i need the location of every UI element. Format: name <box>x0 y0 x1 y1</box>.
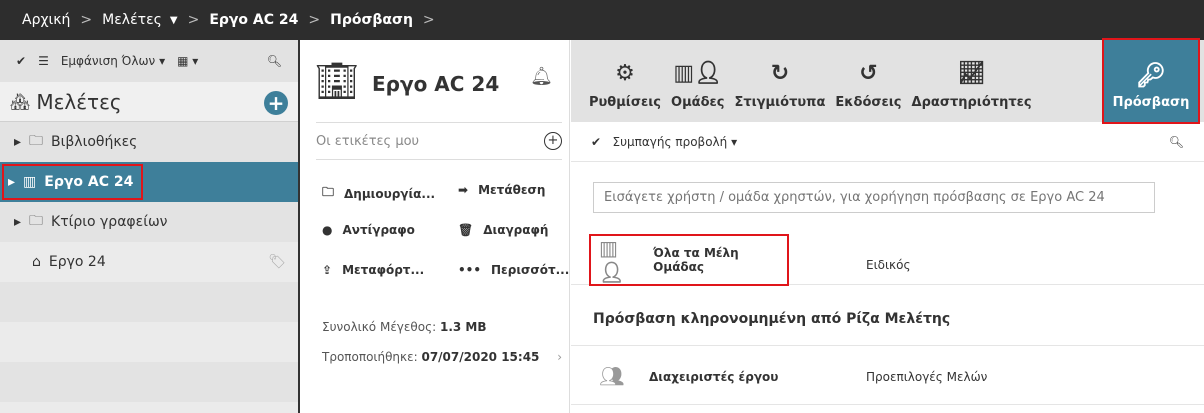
tree-item-label: Εργο AC 24 <box>44 174 134 190</box>
tab-label: Ομάδες <box>671 95 725 110</box>
building-icon: ▥ <box>23 174 37 190</box>
tab-groups[interactable]: ▥👤︎ Ομάδες <box>671 61 724 110</box>
calendar-icon[interactable]: ▦ ▾ <box>177 54 198 68</box>
tree-item-label: Εργο 24 <box>48 254 106 270</box>
tab-label: Εκδόσεις <box>835 95 902 110</box>
more-icon: ••• <box>458 263 482 277</box>
tree-item-project-24[interactable]: ⌂ Εργο 24 🏷︎ <box>0 242 298 282</box>
group-icon: ▥👤︎ <box>673 61 723 86</box>
tree-item-project-ac24[interactable]: ▸ ▥ Εργο AC 24 <box>0 162 298 202</box>
detail-panel: 🏢︎ Εργο AC 24 🔔︎ Οι ετικέτες μου + 🗀 Δημιο… <box>302 40 570 413</box>
trash-icon: 🗑︎ <box>458 223 474 237</box>
expand-icon[interactable]: ▸ <box>8 174 15 190</box>
tree-item-label: Βιβλιοθήκες <box>51 134 138 150</box>
copy-icon: ● <box>322 223 333 237</box>
tab-label: Πρόσβαση <box>1112 95 1190 110</box>
breadcrumb-home[interactable]: Αρχική <box>22 12 70 28</box>
key-icon: 🔑︎ <box>1135 61 1167 89</box>
tree-item-label: Κτίριο γραφείων <box>51 214 168 230</box>
breadcrumb-projects[interactable]: Μελέτες <box>102 12 162 28</box>
more-label: Περισσότ... <box>491 263 570 277</box>
create-label: Δημιουργία... <box>344 186 436 201</box>
tab-activities[interactable]: 📈︎ Δραστηριότητες <box>912 61 1032 110</box>
tab-versions[interactable]: ↺ Εκδόσεις <box>835 61 901 110</box>
user-search-input[interactable] <box>593 182 1155 213</box>
upload-icon: ⇪ <box>322 263 333 277</box>
chevron-right-icon[interactable]: › <box>557 350 562 364</box>
move-label: Μετάθεση <box>478 183 546 197</box>
more-button[interactable]: ••• Περισσότ... <box>458 263 569 277</box>
delete-button[interactable]: 🗑︎ Διαγραφή <box>458 223 548 237</box>
modified-label: Τροποποιήθηκε: <box>322 350 418 364</box>
caret-down-icon[interactable]: ▼ <box>170 15 178 26</box>
total-size: Συνολικό Μέγεθος: 1.3 MB <box>322 320 487 334</box>
move-button[interactable]: ➡ Μετάθεση <box>458 183 545 197</box>
copy-button[interactable]: ● Αντίγραφο <box>322 223 415 237</box>
expand-icon[interactable]: ▸ <box>14 134 21 150</box>
inherited-title: Πρόσβαση κληρονομημένη από Ρίζα Μελέτης <box>593 311 951 327</box>
size-value: 1.3 MB <box>440 320 487 334</box>
tree-item-office-building[interactable]: ▸ 🗀 Κτίριο γραφείων <box>0 202 298 242</box>
size-label: Συνολικό Μέγεθος: <box>322 320 437 334</box>
upload-label: Μεταφόρτ... <box>342 263 425 277</box>
building-icon: 🏢︎ <box>314 61 360 102</box>
view-dropdown[interactable]: ✔ Συμπαγής προβολή ▾ <box>591 135 737 149</box>
role: Προεπιλογές Μελών <box>866 370 988 384</box>
tags-placeholder: Οι ετικέτες μου <box>316 133 420 149</box>
group-icon: ▥👤︎ <box>599 236 625 284</box>
user-name: Όλα τα Μέλη Ομάδας <box>653 246 739 274</box>
user-name: Διαχειριστές έργου <box>649 370 779 384</box>
modified-value: 07/07/2020 15:45 <box>421 350 540 364</box>
add-project-button[interactable]: + <box>264 91 288 115</box>
breadcrumb: Αρχική > Μελέτες ▼ > Εργο AC 24 > Πρόσβαση > <box>0 0 1204 40</box>
tab-label: Δραστηριότητες <box>911 95 1032 110</box>
bell-icon[interactable]: 🔔︎ <box>530 66 553 87</box>
tree-item-libraries[interactable]: ▸ 🗀 Βιβλιοθήκες <box>0 122 298 162</box>
copy-label: Αντίγραφο <box>342 223 415 237</box>
filter-label: Εμφάνιση Όλων <box>60 54 156 68</box>
expand-icon[interactable]: ▸ <box>14 214 21 230</box>
tab-snapshots[interactable]: ↻ Στιγμιότυπα <box>734 61 825 110</box>
filter-dropdown[interactable]: Εμφάνιση Όλων ▾ <box>61 54 165 68</box>
tags-field[interactable]: Οι ετικέτες μου + <box>316 122 562 160</box>
tab-settings[interactable]: ⚙ Ρυθμίσεις <box>589 61 661 110</box>
modified[interactable]: Τροποποιήθηκε: 07/07/2020 15:45 › <box>322 350 562 364</box>
snapshot-icon: ↻ <box>770 61 790 86</box>
library-folder-icon: 🗀 <box>29 133 44 149</box>
view-label: Συμπαγής προβολή <box>612 134 728 149</box>
users-icon: 👥︎ <box>599 364 625 388</box>
main-panel: ⚙ Ρυθμίσεις ▥👤︎ Ομάδες ↻ Στιγμιότυπα ↺ Εκδόσ… <box>571 38 1204 413</box>
search-icon[interactable]: 🔍︎ <box>267 54 282 68</box>
tab-access[interactable]: 🔑︎ Πρόσβαση <box>1102 38 1200 124</box>
table-row[interactable]: ▥👤︎ Όλα τα Μέλη Ομάδας Ειδικός <box>571 225 1204 286</box>
tab-label: Ρυθμίσεις <box>589 95 662 110</box>
arrow-right-icon: ➡ <box>458 183 469 197</box>
role[interactable]: Ειδικός <box>866 258 911 272</box>
search-icon[interactable]: 🔍︎ <box>1169 135 1184 149</box>
breadcrumb-access: Πρόσβαση <box>330 12 413 28</box>
sidebar-title: Μελέτες <box>36 89 122 114</box>
house-icon: ⌂ <box>32 254 41 270</box>
create-button[interactable]: 🗀 Δημιουργία... <box>322 183 435 204</box>
folder-icon: 🗀 <box>29 213 44 229</box>
add-tag-icon[interactable]: + <box>544 132 562 150</box>
activity-icon: 📈︎ <box>957 61 986 86</box>
tag-icon[interactable]: 🏷︎ <box>268 254 286 270</box>
folder-icon: 🗀 <box>322 185 335 199</box>
check-icon[interactable]: ✔ <box>16 54 26 68</box>
versions-icon: ↺ <box>859 61 878 86</box>
tab-label: Στιγμιότυπα <box>734 95 826 110</box>
detail-title: Εργο AC 24 <box>372 72 500 96</box>
sidebar: ✔ ☰ Εμφάνιση Όλων ▾ ▦ ▾ 🔍︎ 🏘︎ Μελέτες + ▸… <box>0 40 300 413</box>
breadcrumb-project[interactable]: Εργο AC 24 <box>209 12 298 28</box>
list-icon[interactable]: ☰ <box>38 54 49 68</box>
delete-label: Διαγραφή <box>483 223 549 237</box>
projects-icon: 🏘︎ <box>10 92 31 111</box>
gear-icon: ⚙ <box>615 61 635 86</box>
upload-button[interactable]: ⇪ Μεταφόρτ... <box>322 263 424 277</box>
table-row[interactable]: 👥︎ Διαχειριστές έργου Προεπιλογές Μελών <box>571 345 1204 405</box>
